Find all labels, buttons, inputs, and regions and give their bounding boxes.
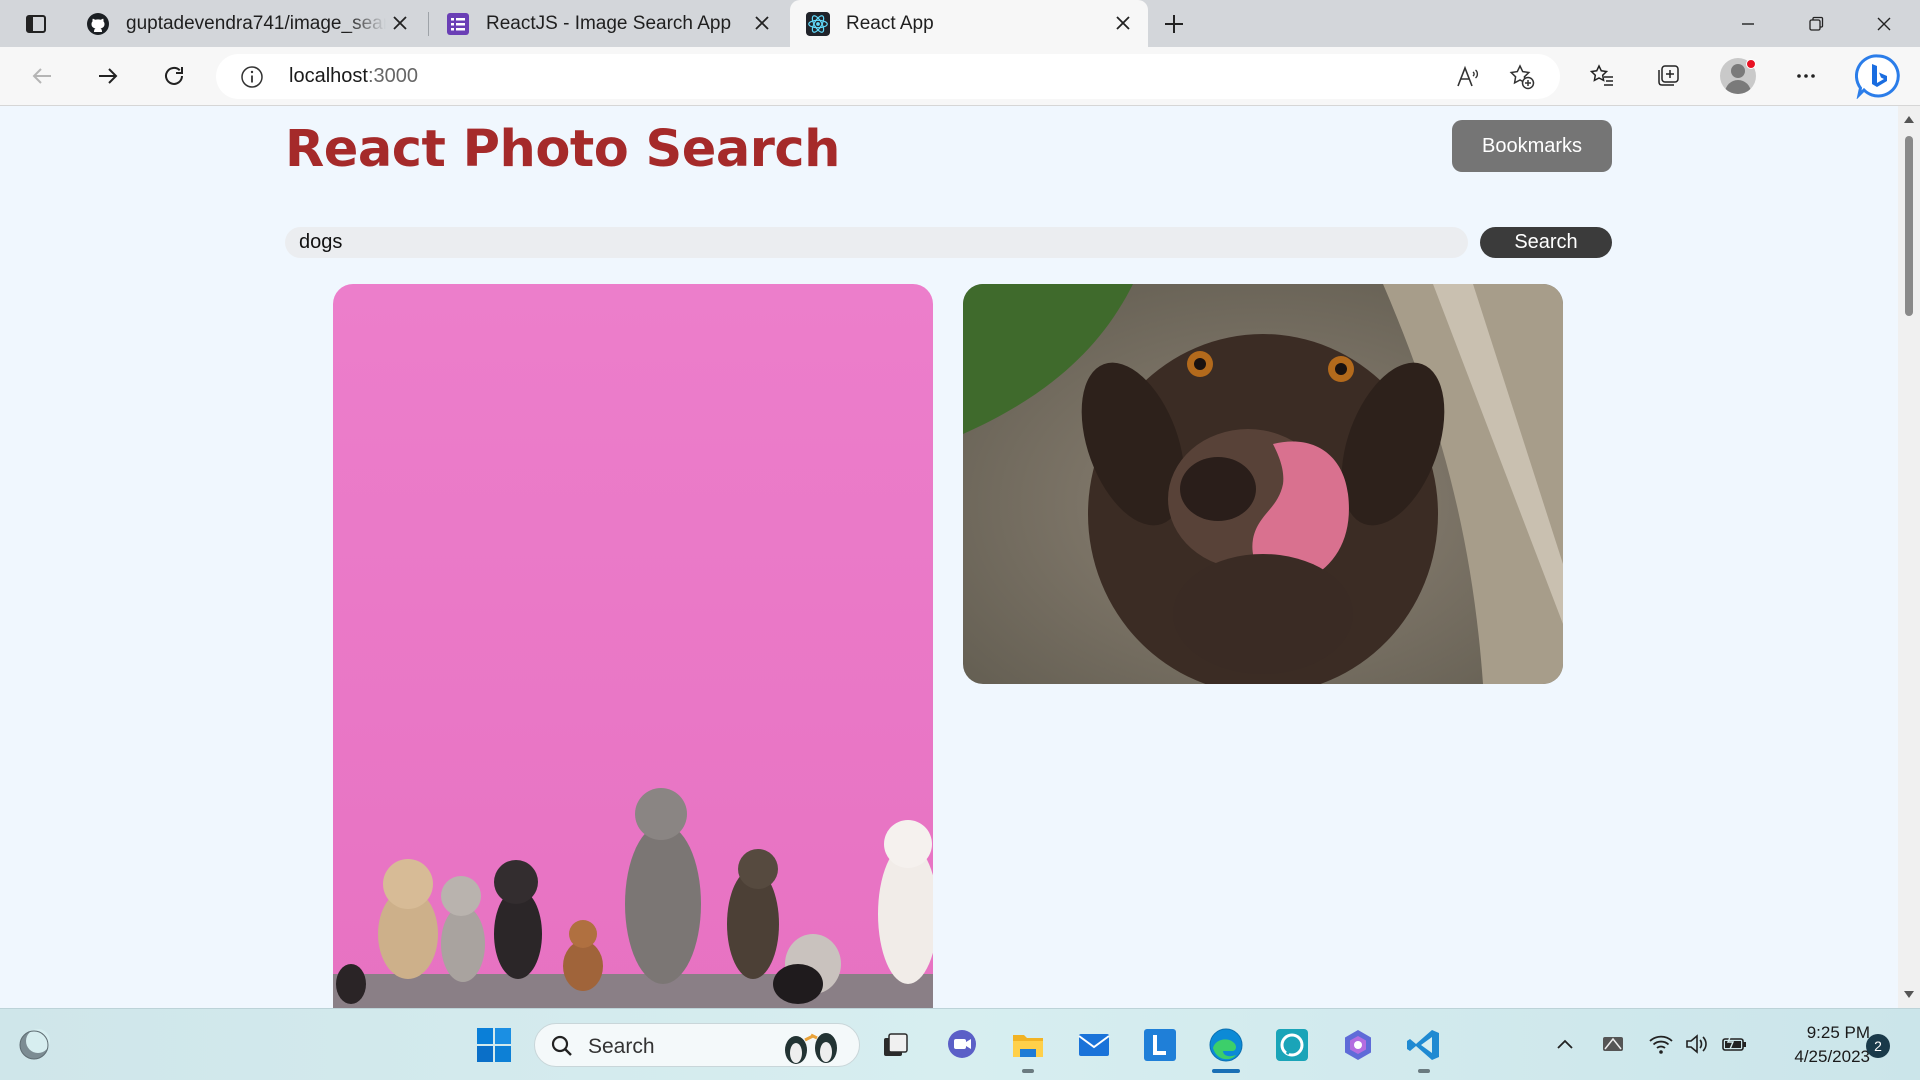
- alexa-icon[interactable]: [1270, 1023, 1314, 1067]
- tab-reactjs-image-search[interactable]: ReactJS - Image Search App: [430, 0, 787, 47]
- clock-time: 9:25 PM: [1806, 1023, 1870, 1042]
- minimize-icon: [1742, 22, 1754, 25]
- search-button[interactable]: Search: [1480, 227, 1612, 258]
- photo-card[interactable]: [963, 284, 1563, 684]
- close-window-button[interactable]: [1850, 0, 1918, 47]
- collections-icon: [1658, 65, 1679, 86]
- restore-button[interactable]: [1782, 0, 1850, 47]
- tab-react-app[interactable]: React App: [790, 0, 1148, 47]
- battery-icon[interactable]: [1720, 1029, 1750, 1059]
- dogs-pink-wall-image: [333, 284, 933, 1008]
- search-icon: [549, 1033, 575, 1059]
- browser-toolbar: localhost:3000: [0, 47, 1920, 106]
- restore-icon: [1809, 16, 1824, 31]
- bing-icon: [1855, 54, 1900, 99]
- edge-browser-icon[interactable]: [1204, 1023, 1248, 1067]
- tab-actions-button[interactable]: [14, 10, 58, 38]
- windows-logo-icon: [477, 1028, 511, 1062]
- url-text: localhost:3000: [289, 65, 418, 88]
- close-tab-icon[interactable]: [751, 12, 773, 34]
- refresh-icon: [165, 66, 183, 85]
- running-indicator: [1418, 1069, 1430, 1073]
- new-tab-button[interactable]: [1158, 8, 1190, 40]
- add-favorite-icon[interactable]: [1503, 58, 1541, 96]
- bookmarks-button[interactable]: Bookmarks: [1452, 120, 1612, 172]
- settings-more-button[interactable]: [1786, 56, 1826, 96]
- running-indicator: [1022, 1069, 1034, 1073]
- minimize-button[interactable]: [1714, 0, 1782, 47]
- browser-tab-strip: guptadevendra741/image_search ReactJS - …: [0, 0, 1920, 47]
- bing-chat-button[interactable]: [1854, 52, 1902, 100]
- react-icon: [806, 11, 830, 36]
- volume-icon[interactable]: [1682, 1029, 1712, 1059]
- taskbar-search-box[interactable]: Search: [534, 1023, 860, 1067]
- task-view-icon[interactable]: [874, 1023, 918, 1067]
- forward-arrow-icon: [99, 68, 118, 84]
- widgets-icon[interactable]: [12, 1023, 56, 1067]
- dog-licking-nose-image: [963, 284, 1563, 684]
- tab-actions-icon: [26, 15, 46, 33]
- scroll-down-icon[interactable]: [1902, 988, 1916, 1002]
- tab-title: guptadevendra741/image_search: [126, 12, 386, 34]
- wifi-icon[interactable]: [1646, 1029, 1676, 1059]
- photo-card[interactable]: [333, 284, 933, 1008]
- back-arrow-icon: [32, 68, 51, 84]
- address-bar[interactable]: localhost:3000: [216, 54, 1560, 99]
- page-scrollbar[interactable]: [1898, 106, 1920, 1008]
- tab-title: ReactJS - Image Search App: [486, 12, 732, 34]
- refresh-button[interactable]: [154, 56, 194, 96]
- more-dots-icon: [1797, 74, 1815, 78]
- read-aloud-icon[interactable]: [1449, 58, 1487, 96]
- tab-separator: [428, 12, 429, 36]
- page-title: React Photo Search: [285, 120, 840, 179]
- l-app-icon[interactable]: [1138, 1023, 1182, 1067]
- vscode-icon[interactable]: [1402, 1023, 1446, 1067]
- page-viewport: React Photo Search Bookmarks Search: [0, 106, 1898, 1008]
- profile-status-dot: [1746, 59, 1756, 69]
- plus-icon: [1165, 15, 1183, 33]
- url-port: :3000: [367, 65, 418, 87]
- scroll-up-icon[interactable]: [1902, 112, 1916, 126]
- search-input[interactable]: [285, 227, 1468, 258]
- tab-github[interactable]: guptadevendra741/image_search: [70, 0, 425, 47]
- start-button[interactable]: [472, 1023, 516, 1067]
- mail-icon[interactable]: [1072, 1023, 1116, 1067]
- taskbar-search-label: Search: [588, 1035, 655, 1058]
- close-tab-icon[interactable]: [1112, 12, 1134, 34]
- tab-title: React App: [846, 12, 934, 34]
- site-info-icon[interactable]: [238, 63, 266, 91]
- purple-doc-icon: [446, 12, 470, 36]
- tray-app-icon[interactable]: [1598, 1029, 1628, 1059]
- favorites-star-icon: [1589, 64, 1613, 86]
- close-icon: [1877, 17, 1891, 30]
- notification-badge[interactable]: 2: [1866, 1034, 1890, 1058]
- scrollbar-thumb[interactable]: [1905, 136, 1913, 316]
- collections-button[interactable]: [1648, 56, 1688, 96]
- active-indicator: [1212, 1069, 1240, 1073]
- favorites-button[interactable]: [1582, 56, 1622, 96]
- clock-date: 4/25/2023: [1794, 1047, 1870, 1066]
- copilot-icon[interactable]: [1336, 1023, 1380, 1067]
- close-tab-icon[interactable]: [389, 12, 411, 34]
- back-button[interactable]: [22, 56, 62, 96]
- github-icon: [86, 12, 110, 36]
- taskbar-clock[interactable]: 9:25 PM 4/25/2023: [1766, 1021, 1870, 1069]
- forward-button[interactable]: [88, 56, 128, 96]
- teams-chat-icon[interactable]: [940, 1023, 984, 1067]
- windows-taskbar: Search 9:25 PM 4/25/2023 2: [0, 1008, 1920, 1080]
- search-highlight-penguins-icon: [785, 1033, 837, 1064]
- file-explorer-icon[interactable]: [1006, 1023, 1050, 1067]
- show-hidden-icons-chevron-icon[interactable]: [1550, 1029, 1580, 1059]
- url-host: localhost: [289, 65, 368, 87]
